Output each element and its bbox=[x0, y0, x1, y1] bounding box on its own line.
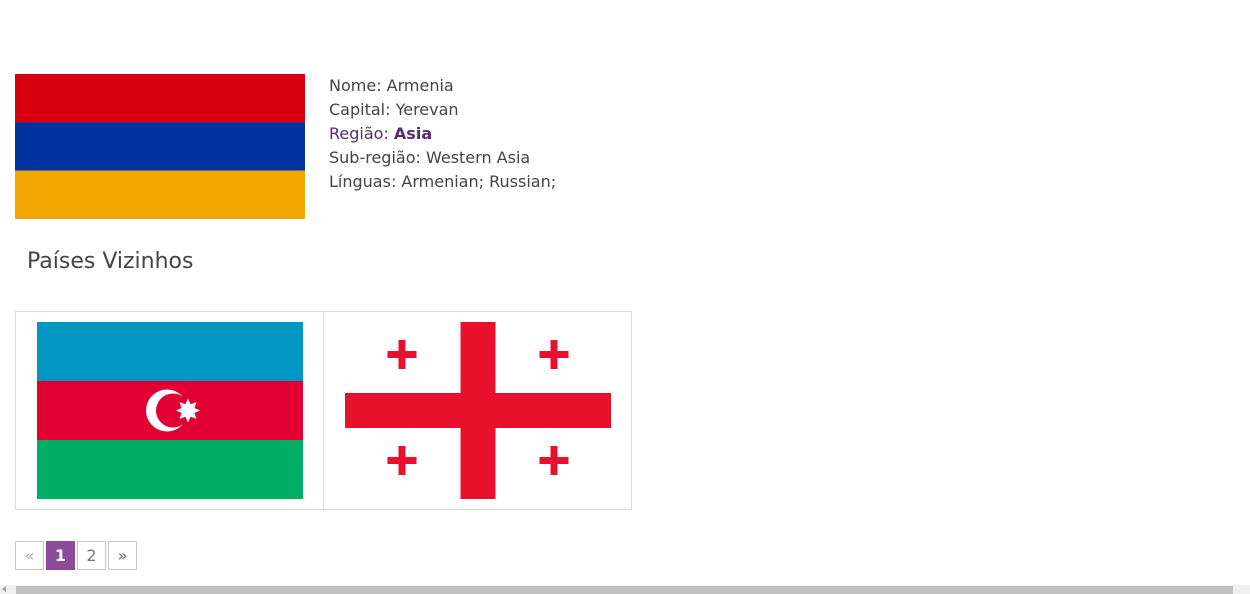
neighbour-card-georgia[interactable] bbox=[323, 311, 632, 510]
languages-value: Armenian; Russian; bbox=[401, 172, 557, 191]
neighbours-list bbox=[15, 311, 632, 510]
country-name: Nome: Armenia bbox=[329, 74, 556, 98]
armenia-flag-icon bbox=[15, 74, 305, 219]
languages-label: Línguas: bbox=[329, 172, 402, 191]
name-value: Armenia bbox=[386, 76, 454, 95]
neighbours-title: Países Vizinhos bbox=[27, 249, 194, 274]
horizontal-scrollbar[interactable] bbox=[0, 585, 1250, 594]
georgia-flag-icon bbox=[344, 322, 611, 499]
country-capital: Capital: Yerevan bbox=[329, 98, 556, 122]
subregion-label: Sub-região: bbox=[329, 148, 426, 167]
page: Nome: Armenia Capital: Yerevan Região: A… bbox=[0, 0, 1250, 594]
capital-value: Yerevan bbox=[395, 100, 459, 119]
name-label: Nome: bbox=[329, 76, 387, 95]
scrollbar-thumb[interactable] bbox=[16, 586, 1233, 594]
pagination-next-button[interactable]: » bbox=[108, 541, 137, 570]
country-info: Nome: Armenia Capital: Yerevan Região: A… bbox=[329, 74, 556, 194]
country-region: Região: Asia bbox=[329, 122, 556, 146]
capital-label: Capital: bbox=[329, 100, 396, 119]
region-link[interactable]: Asia bbox=[394, 124, 432, 143]
country-subregion: Sub-região: Western Asia bbox=[329, 146, 556, 170]
pagination-page-2[interactable]: 2 bbox=[77, 541, 106, 570]
pagination-page-1[interactable]: 1 bbox=[46, 541, 75, 570]
country-languages: Línguas: Armenian; Russian; bbox=[329, 170, 556, 194]
region-label: Região: bbox=[329, 124, 394, 143]
subregion-value: Western Asia bbox=[425, 148, 531, 167]
azerbaijan-flag-icon bbox=[36, 322, 303, 499]
pagination: « 1 2 » bbox=[15, 541, 139, 570]
neighbour-card-azerbaijan[interactable] bbox=[15, 311, 324, 510]
scroll-left-arrow-icon[interactable] bbox=[2, 586, 6, 592]
pagination-prev-button[interactable]: « bbox=[15, 541, 44, 570]
